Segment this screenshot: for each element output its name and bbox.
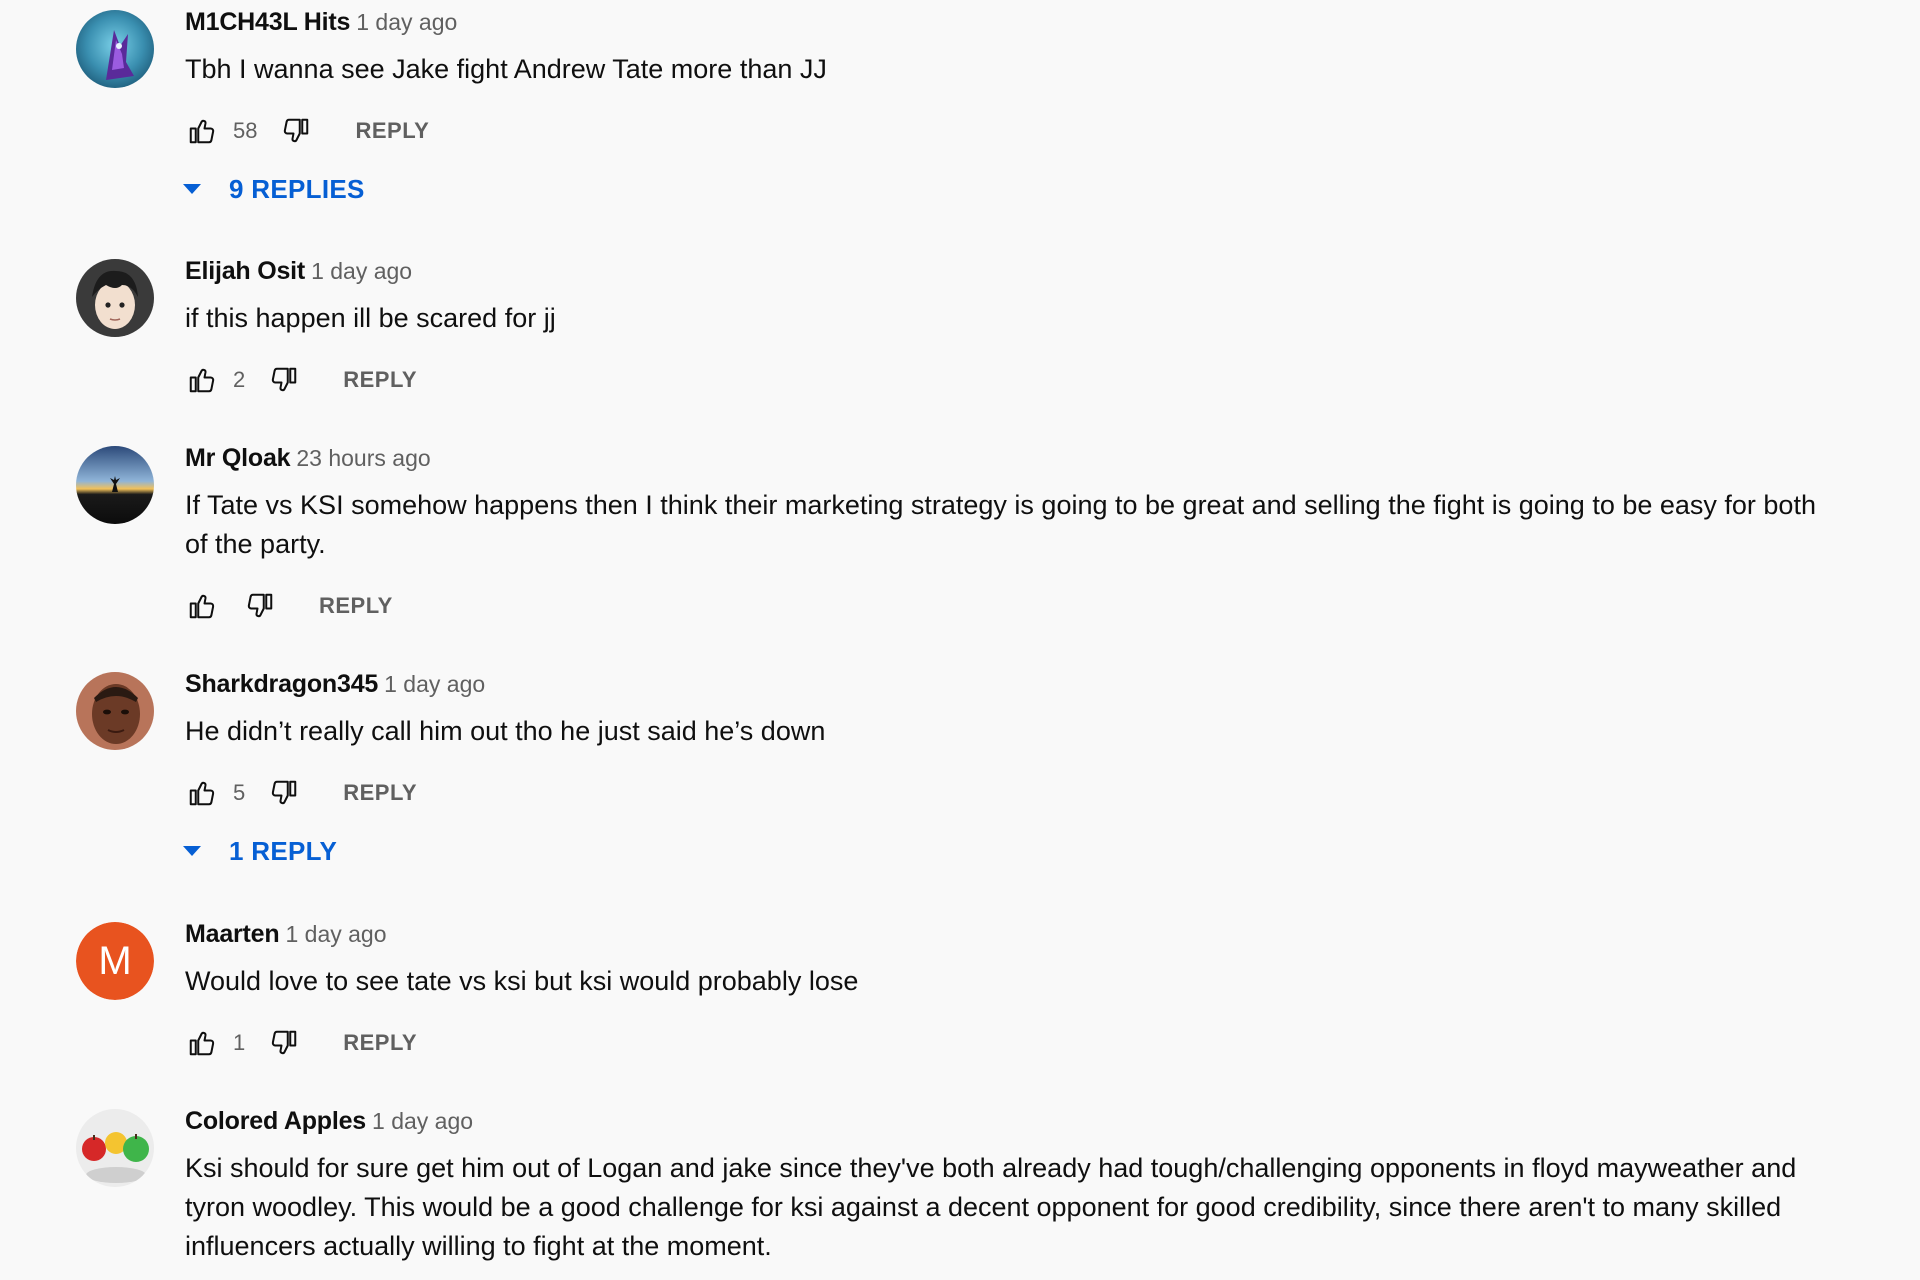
comment-text: Would love to see tate vs ksi but ksi wo… — [185, 966, 859, 996]
comment-actions: REPLY — [185, 584, 1845, 628]
comment-actions: 1 REPLY — [185, 1021, 1845, 1065]
comment-text: He didn’t really call him out tho he jus… — [185, 716, 826, 746]
comment-timestamp[interactable]: 1 day ago — [372, 1108, 473, 1134]
letter-avatar[interactable]: M — [76, 922, 154, 1000]
reply-button[interactable]: REPLY — [355, 118, 429, 144]
view-replies-button[interactable]: 1 REPLY — [183, 829, 1845, 873]
comment-author[interactable]: Elijah Osit — [185, 257, 305, 285]
cartoon-face-avatar[interactable] — [76, 259, 154, 337]
comments-section: M1CH43L Hits 1 day ago Tbh I wanna see Ja… — [0, 0, 1920, 1280]
comment-text: Tbh I wanna see Jake fight Andrew Tate m… — [185, 54, 827, 84]
caret-down-icon — [183, 846, 201, 856]
thumbs-up-icon[interactable] — [185, 776, 219, 810]
comment-timestamp[interactable]: 1 day ago — [356, 9, 457, 35]
like-count: 58 — [233, 118, 258, 143]
thumbs-down-icon[interactable] — [267, 776, 301, 810]
replies-label: 9 REPLIES — [229, 173, 365, 204]
like-count: 2 — [233, 367, 246, 392]
comment-actions: 58 REPLY — [185, 109, 1845, 153]
comment-text: Ksi should for sure get him out of Logan… — [185, 1153, 1797, 1261]
like-count: 5 — [233, 780, 246, 805]
thumbs-down-icon[interactable] — [243, 589, 277, 623]
thumbs-up-icon[interactable] — [185, 363, 219, 397]
comment-actions: 5 REPLY — [185, 771, 1845, 815]
man-face-avatar[interactable] — [76, 672, 154, 750]
comment-author[interactable]: Colored Apples — [185, 1107, 366, 1135]
reply-button[interactable]: REPLY — [343, 780, 417, 806]
comment-actions: 2 REPLY — [185, 358, 1845, 402]
comment-text: if this happen ill be scared for jj — [185, 303, 556, 333]
reply-button[interactable]: REPLY — [343, 1030, 417, 1056]
sunset-silhouette-avatar[interactable] — [76, 446, 154, 524]
thumbs-down-icon[interactable] — [279, 114, 313, 148]
comment-timestamp[interactable]: 1 day ago — [384, 671, 485, 697]
purple-wolf-avatar[interactable] — [76, 10, 154, 88]
comment-timestamp[interactable]: 1 day ago — [311, 258, 412, 284]
reply-button[interactable]: REPLY — [319, 593, 393, 619]
reply-button[interactable]: REPLY — [343, 367, 417, 393]
comment-timestamp[interactable]: 1 day ago — [285, 921, 386, 947]
replies-label: 1 REPLY — [229, 835, 338, 866]
comment-author[interactable]: Maarten — [185, 920, 280, 948]
avatar-letter: M — [76, 922, 154, 1000]
comment-timestamp[interactable]: 23 hours ago — [296, 445, 430, 471]
view-replies-button[interactable]: 9 REPLIES — [183, 167, 1845, 211]
comment-author[interactable]: Mr Qloak — [185, 444, 291, 472]
colored-apples-avatar[interactable] — [76, 1109, 154, 1187]
comment-author[interactable]: M1CH43L Hits — [185, 8, 350, 36]
comment-author[interactable]: Sharkdragon345 — [185, 670, 378, 698]
thumbs-up-icon[interactable] — [185, 589, 219, 623]
thumbs-down-icon[interactable] — [267, 1026, 301, 1060]
thumbs-up-icon[interactable] — [185, 114, 219, 148]
caret-down-icon — [183, 184, 201, 194]
like-count: 1 — [233, 1030, 246, 1055]
thumbs-down-icon[interactable] — [267, 363, 301, 397]
comment-text: If Tate vs KSI somehow happens then I th… — [185, 490, 1816, 559]
thumbs-up-icon[interactable] — [185, 1026, 219, 1060]
